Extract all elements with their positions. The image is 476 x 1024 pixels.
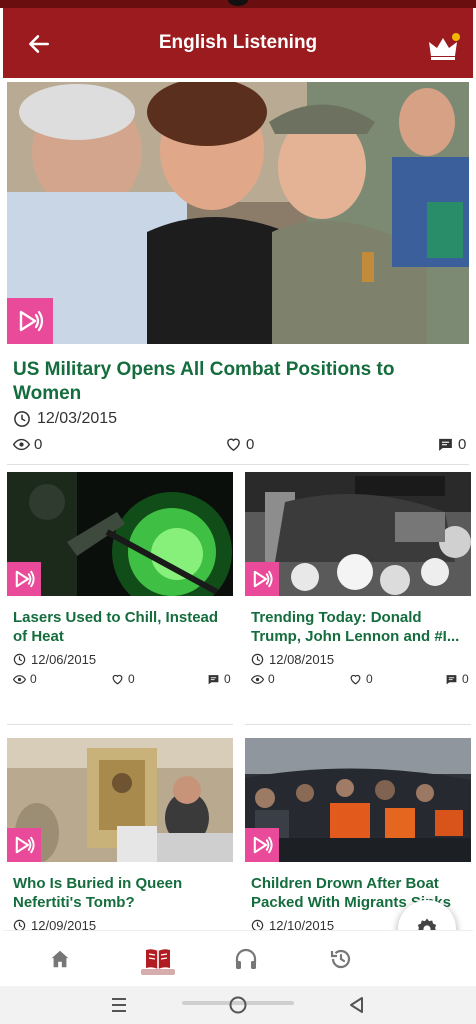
home-icon bbox=[51, 950, 69, 968]
featured-article-title: US Military Opens All Combat Positions t… bbox=[13, 359, 395, 404]
eye-icon bbox=[13, 438, 30, 451]
audio-badge bbox=[7, 562, 41, 596]
featured-article-image bbox=[7, 82, 469, 344]
likes-count[interactable]: 0 bbox=[111, 672, 135, 686]
status-bar bbox=[0, 0, 476, 8]
top-app-bar: English Listening bbox=[3, 8, 473, 78]
eye-icon bbox=[13, 674, 26, 684]
audio-wave-icon bbox=[15, 836, 35, 854]
article-title: Lasers Used to Chill, Instead of Heat bbox=[13, 609, 219, 645]
clock-icon bbox=[14, 411, 30, 427]
views-count: 0 bbox=[13, 436, 42, 453]
heart-icon bbox=[112, 674, 123, 684]
article-stats: 0 0 0 bbox=[251, 672, 469, 688]
article-stats: 0 0 0 bbox=[13, 672, 231, 688]
comments-count[interactable]: 0 bbox=[445, 672, 469, 686]
heart-icon bbox=[227, 438, 240, 451]
crown-icon bbox=[429, 33, 460, 60]
divider bbox=[245, 724, 471, 725]
recents-button[interactable] bbox=[104, 992, 134, 1018]
views-count: 0 bbox=[251, 672, 275, 686]
likes-count[interactable]: 0 bbox=[225, 436, 254, 453]
system-navigation-bar bbox=[0, 986, 476, 1024]
audio-wave-icon bbox=[15, 570, 35, 588]
nav-history[interactable] bbox=[321, 943, 361, 975]
back-triangle-icon bbox=[350, 997, 363, 1013]
audio-badge bbox=[7, 828, 41, 862]
article-card[interactable]: Lasers Used to Chill, Instead of Heat 12… bbox=[7, 472, 233, 724]
comment-icon bbox=[439, 438, 452, 451]
comments-count[interactable]: 0 bbox=[437, 436, 466, 453]
article-card[interactable]: Trending Today: Donald Trump, John Lenno… bbox=[245, 472, 471, 724]
headphones-icon bbox=[235, 948, 257, 969]
article-card[interactable]: Who Is Buried in Queen Nefertiti's Tomb?… bbox=[7, 738, 233, 930]
comment-icon bbox=[446, 674, 457, 684]
nav-active-indicator bbox=[141, 969, 175, 975]
article-title: Trending Today: Donald Trump, John Lenno… bbox=[251, 609, 460, 645]
page-title: English Listening bbox=[158, 32, 318, 53]
featured-article-card[interactable]: US Military Opens All Combat Positions t… bbox=[7, 82, 469, 464]
article-feed[interactable]: US Military Opens All Combat Positions t… bbox=[3, 78, 473, 930]
audio-badge bbox=[7, 298, 53, 344]
audio-badge bbox=[245, 562, 279, 596]
featured-article-stats: 0 0 0 bbox=[13, 436, 469, 456]
comments-count[interactable]: 0 bbox=[207, 672, 231, 686]
views-count: 0 bbox=[13, 672, 37, 686]
clock-icon bbox=[251, 919, 264, 930]
featured-date-text: 12/03/2015 bbox=[37, 410, 118, 427]
back-system-button[interactable] bbox=[342, 992, 372, 1018]
audio-wave-icon bbox=[19, 310, 44, 332]
divider bbox=[7, 724, 233, 725]
audio-wave-icon bbox=[253, 836, 273, 854]
article-date: 12/08/2015 bbox=[251, 652, 334, 667]
audio-badge bbox=[245, 828, 279, 862]
likes-count[interactable]: 0 bbox=[349, 672, 373, 686]
bottom-navigation bbox=[3, 930, 473, 986]
clock-icon bbox=[13, 919, 26, 930]
comment-icon bbox=[208, 674, 219, 684]
clock-icon bbox=[13, 653, 26, 666]
clock-icon bbox=[251, 653, 264, 666]
article-title: Who Is Buried in Queen Nefertiti's Tomb? bbox=[13, 875, 183, 911]
home-circle-icon bbox=[229, 996, 247, 1014]
menu-icon bbox=[112, 998, 126, 1012]
divider bbox=[7, 464, 469, 465]
nav-listen[interactable] bbox=[226, 943, 266, 975]
audio-wave-icon bbox=[253, 570, 273, 588]
home-system-button[interactable] bbox=[223, 992, 253, 1018]
article-date: 12/09/2015 bbox=[13, 918, 96, 930]
article-date: 12/10/2015 bbox=[251, 918, 334, 930]
app-screen: English Listening US Military Opens All … bbox=[0, 0, 476, 1024]
nav-home[interactable] bbox=[40, 943, 80, 975]
heart-icon bbox=[350, 674, 361, 684]
article-date: 12/06/2015 bbox=[13, 652, 96, 667]
eye-icon bbox=[251, 674, 264, 684]
featured-article-date: 12/03/2015 bbox=[13, 410, 117, 428]
camera-cutout bbox=[228, 0, 248, 6]
premium-button[interactable] bbox=[425, 32, 461, 64]
history-icon bbox=[330, 949, 351, 969]
